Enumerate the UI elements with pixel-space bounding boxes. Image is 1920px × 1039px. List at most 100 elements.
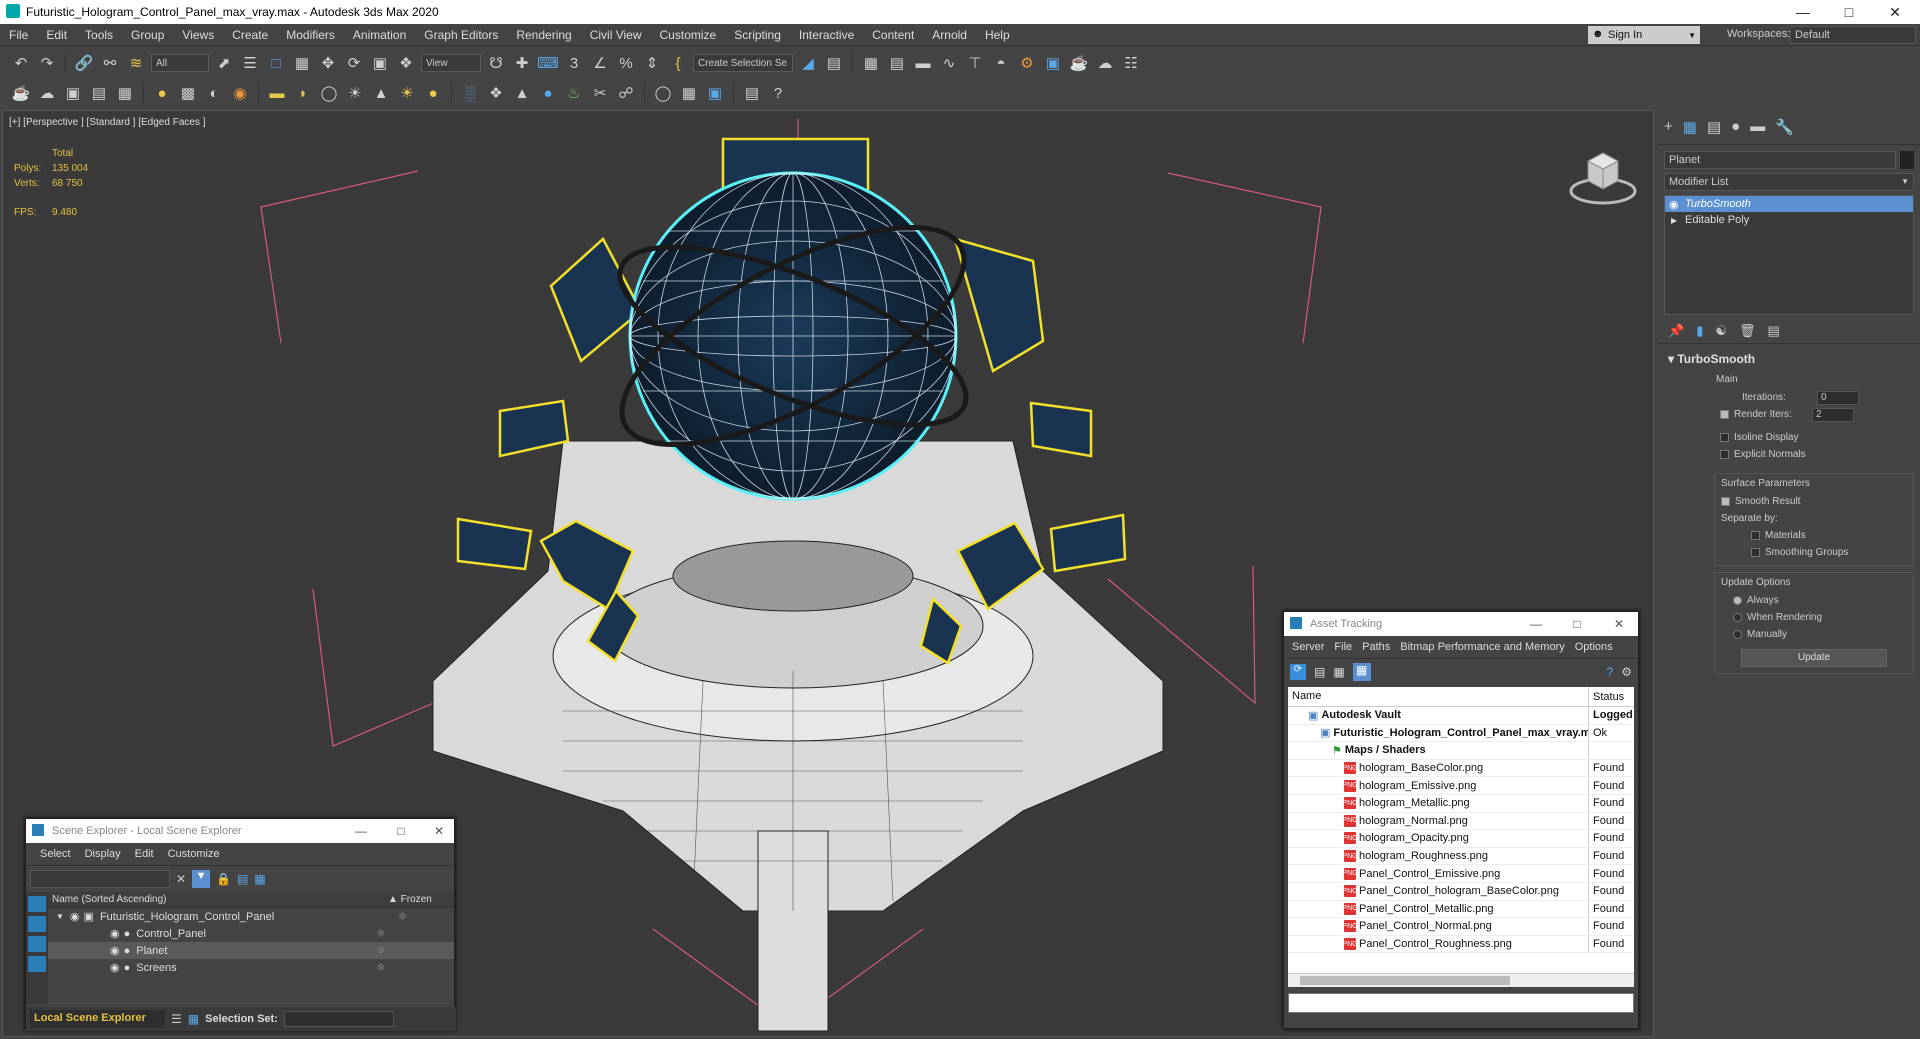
table-view-icon[interactable]: ▦: [1352, 663, 1371, 681]
list-view-icon[interactable]: ▤: [1314, 665, 1325, 679]
select-object-icon[interactable]: ⬈: [213, 52, 235, 74]
scene-explorer-titlebar[interactable]: Scene Explorer - Local Scene Explorer — …: [26, 819, 454, 843]
smoothing-groups-checkbox[interactable]: [1751, 548, 1760, 557]
menu-interactive[interactable]: Interactive: [790, 28, 863, 42]
settings-icon[interactable]: ⚙: [1621, 665, 1632, 679]
link-icon[interactable]: 🔗: [73, 52, 95, 74]
selection-set-dropdown[interactable]: Create Selection Se: [693, 54, 793, 72]
rect-selection-icon[interactable]: □: [265, 52, 287, 74]
vray-interactive-icon[interactable]: ◐: [203, 82, 225, 104]
menu-animation[interactable]: Animation: [344, 28, 415, 42]
menu-customize[interactable]: Customize: [651, 28, 726, 42]
display-objects-icon[interactable]: [28, 896, 46, 912]
calendar-icon[interactable]: ▦: [114, 82, 136, 104]
object-color-swatch[interactable]: [1900, 151, 1914, 169]
menu-edit[interactable]: Edit: [135, 848, 154, 860]
layers-toggle-icon[interactable]: ☰: [171, 1012, 182, 1026]
vray-dome-light-icon[interactable]: ◗: [292, 82, 314, 104]
menu-tools[interactable]: Tools: [76, 28, 122, 42]
hierarchy-icon[interactable]: ▤: [237, 872, 248, 886]
menu-edit[interactable]: Edit: [37, 28, 76, 42]
asset-row[interactable]: PNG Panel_Control_Emissive.png Found: [1288, 865, 1634, 883]
create-tab-icon[interactable]: +: [1664, 118, 1673, 136]
minimize-button[interactable]: —: [346, 819, 376, 843]
minimize-button[interactable]: —: [1780, 0, 1826, 24]
rollout-title[interactable]: ▾ TurboSmooth: [1668, 352, 1914, 366]
maximize-button[interactable]: □: [386, 819, 416, 843]
render-iters-checkbox[interactable]: [1720, 410, 1729, 419]
asset-row[interactable]: PNG hologram_Metallic.png Found: [1288, 794, 1634, 813]
vray-decal-icon[interactable]: ☍: [615, 82, 637, 104]
vray-proxy-icon[interactable]: ❖: [485, 82, 507, 104]
render-frame-icon[interactable]: ▣: [62, 82, 84, 104]
layers-icon[interactable]: ▦: [254, 872, 265, 886]
rotate-icon[interactable]: ⟳: [343, 52, 365, 74]
always-radio[interactable]: [1733, 596, 1742, 605]
menu-select[interactable]: Select: [40, 848, 71, 860]
help-icon[interactable]: ?: [1607, 665, 1614, 679]
asset-row[interactable]: PNG hologram_Opacity.png Found: [1288, 830, 1634, 848]
clear-find-icon[interactable]: ✕: [176, 872, 186, 886]
remove-modifier-icon[interactable]: 🗑: [1739, 323, 1756, 339]
asset-row[interactable]: PNG hologram_BaseColor.png Found: [1288, 759, 1634, 778]
eye-icon[interactable]: ◉: [70, 910, 80, 923]
status-column-header[interactable]: Status: [1589, 691, 1624, 703]
menu-paths[interactable]: Paths: [1362, 641, 1390, 653]
vray-frame-icon[interactable]: ▩: [177, 82, 199, 104]
menu-arnold[interactable]: Arnold: [923, 28, 976, 42]
teapot-icon[interactable]: ☕: [10, 82, 32, 104]
menu-group[interactable]: Group: [122, 28, 173, 42]
asset-row[interactable]: PNG Panel_Control_hologram_BaseColor.png F…: [1288, 882, 1634, 901]
explicit-normals-checkbox[interactable]: [1720, 450, 1729, 459]
asset-tracking-titlebar[interactable]: Asset Tracking — □ ✕: [1284, 612, 1638, 636]
pin-stack-icon[interactable]: 📌: [1668, 323, 1684, 339]
asset-row[interactable]: PNG Panel_Control_Metallic.png Found: [1288, 900, 1634, 919]
vray-ambient-light-icon[interactable]: ●: [422, 82, 444, 104]
align-icon[interactable]: ▤: [823, 52, 845, 74]
select-by-name-icon[interactable]: ☰: [239, 52, 261, 74]
selection-set-dropdown[interactable]: [283, 1011, 394, 1027]
scene-explorer-icon[interactable]: ▦: [860, 52, 882, 74]
menu-graph-editors[interactable]: Graph Editors: [415, 28, 507, 42]
menu-server[interactable]: Server: [1292, 641, 1324, 653]
vray-fur-icon[interactable]: ░: [459, 82, 481, 104]
eye-icon[interactable]: ◉: [1669, 198, 1679, 211]
horizontal-scrollbar[interactable]: [1288, 973, 1634, 987]
edit-named-selection-icon[interactable]: {: [667, 52, 689, 74]
modifier-list-dropdown[interactable]: Modifier List ▼: [1664, 173, 1914, 191]
display-geometry-icon[interactable]: [28, 916, 46, 932]
maximize-button[interactable]: □: [1562, 612, 1592, 636]
menu-display[interactable]: Display: [85, 848, 121, 860]
redo-icon[interactable]: ↷: [36, 52, 58, 74]
update-button[interactable]: Update: [1741, 649, 1887, 667]
find-field[interactable]: [30, 870, 170, 888]
refresh-icon[interactable]: ⟳: [1290, 664, 1306, 680]
filter-icon[interactable]: ▼: [192, 870, 211, 888]
menu-options[interactable]: Options: [1575, 641, 1613, 653]
isoline-checkbox[interactable]: [1720, 433, 1729, 442]
notepad-icon[interactable]: ▤: [88, 82, 110, 104]
menu-customize[interactable]: Customize: [168, 848, 220, 860]
name-column-header[interactable]: Name: [1288, 687, 1589, 706]
material-editor-icon[interactable]: ◓: [990, 52, 1012, 74]
menu-help[interactable]: Help: [976, 28, 1019, 42]
vray-material-icon[interactable]: ◯: [652, 82, 674, 104]
render-setup-icon[interactable]: ⚙: [1016, 52, 1038, 74]
eye-icon[interactable]: ◉: [110, 961, 120, 974]
smooth-result-checkbox[interactable]: [1721, 497, 1730, 506]
frozen-icon[interactable]: ❄: [376, 944, 385, 957]
render-production-icon[interactable]: ☕: [1068, 52, 1090, 74]
explorer-type-dropdown[interactable]: Local Scene Explorer: [30, 1010, 165, 1028]
close-button[interactable]: ✕: [1872, 0, 1918, 24]
display-cameras-icon[interactable]: [28, 956, 46, 972]
materials-checkbox[interactable]: [1751, 531, 1760, 540]
scene-tree-row[interactable]: ◉ ● Planet ❄: [48, 942, 454, 959]
select-manipulate-icon[interactable]: ✚: [511, 52, 533, 74]
menu-civil-view[interactable]: Civil View: [581, 28, 651, 42]
rendered-frame-window-icon[interactable]: ▣: [1042, 52, 1064, 74]
vray-render-icon[interactable]: ◉: [229, 82, 251, 104]
asset-row[interactable]: ▣ Futuristic_Hologram_Control_Panel_max_v…: [1288, 724, 1634, 743]
frozen-icon[interactable]: ❄: [376, 927, 385, 940]
help-icon[interactable]: ?: [767, 82, 789, 104]
render-in-cloud-icon[interactable]: ☁: [1094, 52, 1116, 74]
